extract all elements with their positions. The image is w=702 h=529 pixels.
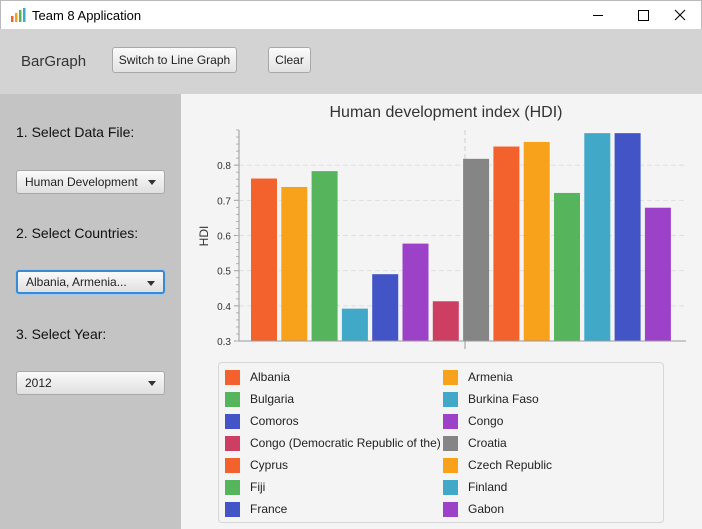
legend-label: France <box>250 502 288 516</box>
chart-area: Human development index (HDI) HDI 0.3 0.4… <box>181 94 702 529</box>
y-axis-label: HDI <box>197 226 211 247</box>
bar-albania[interactable] <box>251 178 277 341</box>
title-bar: Team 8 Application <box>0 0 702 29</box>
legend-swatch <box>225 391 240 407</box>
legend-item: Albania <box>225 368 290 386</box>
legend-label: Finland <box>468 480 508 494</box>
legend-item: Burkina Faso <box>443 390 539 408</box>
legend-label: Albania <box>250 370 291 384</box>
legend-label: Congo <box>468 414 504 428</box>
chevron-down-icon <box>147 281 155 286</box>
data-file-value: Human Development <box>25 175 138 189</box>
bar-comoros[interactable] <box>372 274 399 341</box>
legend-label: Burkina Faso <box>468 392 539 406</box>
legend-label: Bulgaria <box>250 392 295 406</box>
legend-item: Finland <box>443 478 507 496</box>
legend-swatch <box>443 413 458 429</box>
legend-label: Gabon <box>468 502 505 516</box>
select-countries-label: 2. Select Countries: <box>16 225 139 241</box>
chevron-down-icon <box>148 180 156 185</box>
chart-legend: Albania Armenia Bulgaria Burkina Faso Comoro… <box>218 362 664 523</box>
legend-item: Bulgaria <box>225 390 294 408</box>
bar-gabon[interactable] <box>644 207 671 341</box>
legend-label: Fiji <box>250 480 266 494</box>
legend-swatch <box>225 369 240 385</box>
bar-fiji[interactable] <box>554 192 580 341</box>
toolbar: BarGraph <box>0 29 702 94</box>
bar-chart: Human development index (HDI) HDI 0.3 0.4… <box>197 104 686 349</box>
y-tick-label: 0.3 <box>217 337 231 348</box>
legend-item: Congo (Democratic Republic of the) <box>225 434 441 452</box>
chevron-down-icon <box>148 381 156 386</box>
close-button[interactable] <box>657 1 702 30</box>
legend-swatch <box>443 457 458 473</box>
legend-swatch <box>443 479 458 495</box>
graph-mode-label: BarGraph <box>21 53 87 70</box>
minimize-button[interactable] <box>575 1 621 30</box>
legend-item: Fiji <box>225 478 265 496</box>
chart-title: Human development index (HDI) <box>330 104 563 121</box>
select-data-file-label: 1. Select Data File: <box>16 124 135 140</box>
legend-swatch <box>225 413 240 429</box>
legend-swatch <box>443 391 458 407</box>
bar-cyprus[interactable] <box>493 146 520 341</box>
legend-item: Croatia <box>443 434 507 452</box>
countries-value: Albania, Armenia... <box>26 275 127 289</box>
bar-congo[interactable] <box>402 243 429 341</box>
bar-burkina-faso[interactable] <box>341 308 368 341</box>
clear-button[interactable]: Clear <box>268 47 311 73</box>
y-tick-label: 0.7 <box>217 196 231 207</box>
sidebar: 1. Select Data File: Human Development 2… <box>0 94 181 529</box>
legend-swatch <box>443 435 458 451</box>
legend-item: Armenia <box>443 368 513 386</box>
legend-label: Congo (Democratic Republic of the) <box>250 436 441 450</box>
legend-label: Croatia <box>468 436 507 450</box>
countries-select[interactable]: Albania, Armenia... <box>16 270 165 294</box>
legend-item: Cyprus <box>225 456 288 474</box>
bar-bulgaria[interactable] <box>311 171 338 341</box>
y-tick-label: 0.4 <box>217 302 231 313</box>
app-icon <box>11 8 26 22</box>
legend-swatch <box>225 501 240 517</box>
bar-armenia[interactable] <box>281 186 308 341</box>
legend-label: Armenia <box>468 370 513 384</box>
legend-swatch <box>443 501 458 517</box>
legend-swatch <box>225 457 240 473</box>
legend-item: Congo <box>443 412 503 430</box>
minimize-icon <box>593 15 603 16</box>
bar-czech-republic[interactable] <box>523 141 550 341</box>
switch-to-line-graph-button[interactable]: Switch to Line Graph <box>112 47 237 73</box>
year-value: 2012 <box>25 376 52 390</box>
legend-item: France <box>225 500 287 518</box>
data-file-select[interactable]: Human Development <box>16 170 165 194</box>
year-select[interactable]: 2012 <box>16 371 165 395</box>
bar-france[interactable] <box>614 133 641 341</box>
legend-item: Gabon <box>443 500 504 518</box>
bar-congo-democratic-republic-of-the-[interactable] <box>432 301 459 341</box>
y-tick-label: 0.6 <box>217 232 231 243</box>
legend-label: Comoros <box>250 414 299 428</box>
y-tick-label: 0.8 <box>217 161 231 172</box>
window-title: Team 8 Application <box>32 8 142 23</box>
bar-finland[interactable] <box>584 133 611 341</box>
legend-label: Czech Republic <box>468 458 553 472</box>
legend-swatch <box>225 435 240 451</box>
bar-croatia[interactable] <box>463 158 490 341</box>
select-year-label: 3. Select Year: <box>16 326 107 342</box>
close-icon <box>674 9 686 21</box>
legend-item: Comoros <box>225 412 299 430</box>
legend-swatch <box>225 479 240 495</box>
y-tick-label: 0.5 <box>217 267 231 278</box>
legend-swatch <box>443 369 458 385</box>
legend-item: Czech Republic <box>443 456 552 474</box>
legend-label: Cyprus <box>250 458 289 472</box>
